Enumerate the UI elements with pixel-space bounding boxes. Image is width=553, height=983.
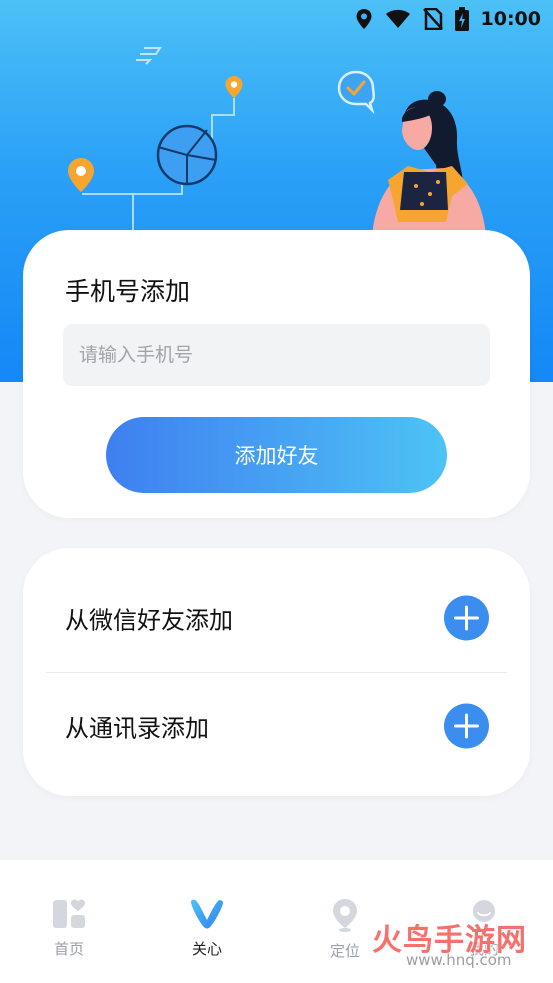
plus-icon[interactable]: [444, 595, 489, 641]
plus-icon[interactable]: [444, 703, 489, 749]
divider: [46, 672, 507, 673]
location-pin-icon: [333, 899, 357, 932]
tab-location-label: 定位: [329, 942, 360, 960]
tab-care-label: 关心: [191, 940, 222, 958]
add-from-wechat-row[interactable]: 从微信好友添加: [23, 568, 530, 668]
pie-graphic-icon: [156, 124, 218, 186]
status-time: 10:00: [480, 8, 541, 30]
battery-icon: [454, 7, 469, 31]
hero-illustration: [68, 47, 486, 238]
phone-add-card: 手机号添加 添加好友: [23, 230, 530, 518]
tab-location[interactable]: 定位: [295, 898, 395, 968]
phone-add-title: 手机号添加: [65, 277, 191, 306]
add-sources-card: 从微信好友添加 从通讯录添加: [23, 548, 530, 796]
chat-check-icon: [337, 70, 375, 115]
bottom-tab-bar: 首页 关心 定位 我的: [0, 860, 553, 983]
profile-icon: [473, 900, 495, 922]
phone-input[interactable]: [63, 324, 490, 386]
tab-care[interactable]: 关心: [157, 898, 257, 968]
home-icon: [53, 899, 85, 928]
add-friend-button[interactable]: 添加好友: [106, 417, 447, 493]
location-icon: [355, 8, 373, 30]
status-bar: 10:00: [355, 0, 553, 38]
tab-mine[interactable]: 我的: [434, 898, 534, 968]
map-pin-small-icon: [225, 76, 243, 98]
tab-home-label: 首页: [53, 940, 84, 958]
wifi-icon: [385, 9, 411, 29]
add-from-wechat-label: 从微信好友添加: [65, 606, 233, 635]
map-pin-icon: [68, 158, 94, 192]
no-sim-icon: [422, 8, 443, 30]
tab-mine-label: 我的: [468, 940, 499, 958]
add-from-contacts-row[interactable]: 从通讯录添加: [23, 676, 530, 776]
person-illustration: [372, 91, 486, 238]
tab-home[interactable]: 首页: [19, 898, 119, 968]
add-from-contacts-label: 从通讯录添加: [65, 714, 209, 743]
care-icon: [191, 899, 223, 929]
